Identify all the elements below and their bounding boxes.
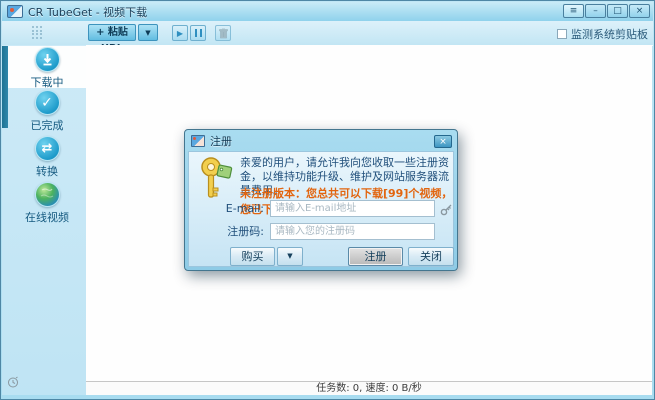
dialog-close-icon[interactable]: × xyxy=(434,135,452,148)
status-text: 任务数: 0, 速度: 0 B/秒 xyxy=(316,383,422,394)
app-icon xyxy=(7,5,23,18)
register-dialog: 注册 × 亲爱的用户，请允许我向您收取一些注册资金，以维持功能升级、维护及网站服… xyxy=(184,129,458,271)
dialog-icon xyxy=(191,135,205,147)
register-button[interactable]: 注册 xyxy=(348,247,403,266)
key-tag-icon xyxy=(197,156,235,205)
paste-url-button[interactable]: + 粘贴URL xyxy=(88,24,136,41)
sidebar-item-convert[interactable]: ⇄ 转换 xyxy=(8,135,86,177)
window-title: CR TubeGet - 视频下载 xyxy=(28,4,147,20)
regcode-label: 注册码: xyxy=(189,223,264,240)
globe-icon xyxy=(35,182,60,207)
regcode-field[interactable] xyxy=(270,223,435,240)
pause-icon xyxy=(195,29,202,37)
timer-icon[interactable] xyxy=(7,376,19,388)
delete-button[interactable] xyxy=(215,25,231,41)
status-bar: 任务数: 0, 速度: 0 B/秒 xyxy=(86,381,652,395)
sidebar-item-label: 下载中 xyxy=(8,74,86,90)
email-label: E-mail: xyxy=(189,200,264,217)
buy-button[interactable]: 购买 xyxy=(230,247,275,266)
menu-icon[interactable]: ≡ xyxy=(563,4,584,18)
convert-icon: ⇄ xyxy=(35,136,60,161)
close-icon[interactable]: × xyxy=(629,4,650,18)
sidebar-item-online-video[interactable]: 在线视频 xyxy=(8,181,86,223)
paste-url-dropdown[interactable]: ▼ xyxy=(138,24,158,41)
pause-button[interactable] xyxy=(190,25,206,41)
dialog-title: 注册 xyxy=(210,133,232,149)
email-field[interactable] xyxy=(270,200,435,217)
toolbar: + 粘贴URL ▼ ▶ 监测系统剪贴板 xyxy=(2,21,653,46)
buy-dropdown[interactable]: ▼ xyxy=(277,247,303,266)
sidebar-item-label: 转换 xyxy=(8,163,86,179)
sidebar-item-label: 在线视频 xyxy=(8,209,86,225)
sidebar-item-completed[interactable]: ✓ 已完成 xyxy=(8,89,86,131)
clipboard-checkbox-label: 监测系统剪贴板 xyxy=(571,26,648,42)
key-icon[interactable] xyxy=(439,201,454,217)
clipboard-monitor[interactable]: 监测系统剪贴板 xyxy=(557,26,648,42)
app-window: CR TubeGet - 视频下载 ≡ – □ × + 粘贴URL ▼ ▶ 监测… xyxy=(0,0,655,400)
sidebar: 下载中 ✓ 已完成 ⇄ 转换 在线视频 xyxy=(2,45,86,395)
sidebar-item-downloading[interactable]: 下载中 xyxy=(8,46,86,88)
start-button[interactable]: ▶ xyxy=(172,25,188,41)
minimize-icon[interactable]: – xyxy=(585,4,606,18)
trash-icon xyxy=(219,28,228,39)
title-bar: CR TubeGet - 视频下载 ≡ – □ × xyxy=(2,2,653,21)
check-icon: ✓ xyxy=(35,90,60,115)
window-controls: ≡ – □ × xyxy=(563,4,650,18)
download-icon xyxy=(35,47,60,72)
close-button[interactable]: 关闭 xyxy=(408,247,454,266)
clipboard-checkbox[interactable] xyxy=(557,29,567,39)
grip-icon[interactable] xyxy=(32,26,43,39)
sidebar-item-label: 已完成 xyxy=(8,117,86,133)
maximize-icon[interactable]: □ xyxy=(607,4,628,18)
dialog-body: 亲爱的用户，请允许我向您收取一些注册资金，以维持功能升级、维护及网站服务器流量费… xyxy=(188,151,454,267)
dialog-title-bar: 注册 × xyxy=(188,132,454,150)
